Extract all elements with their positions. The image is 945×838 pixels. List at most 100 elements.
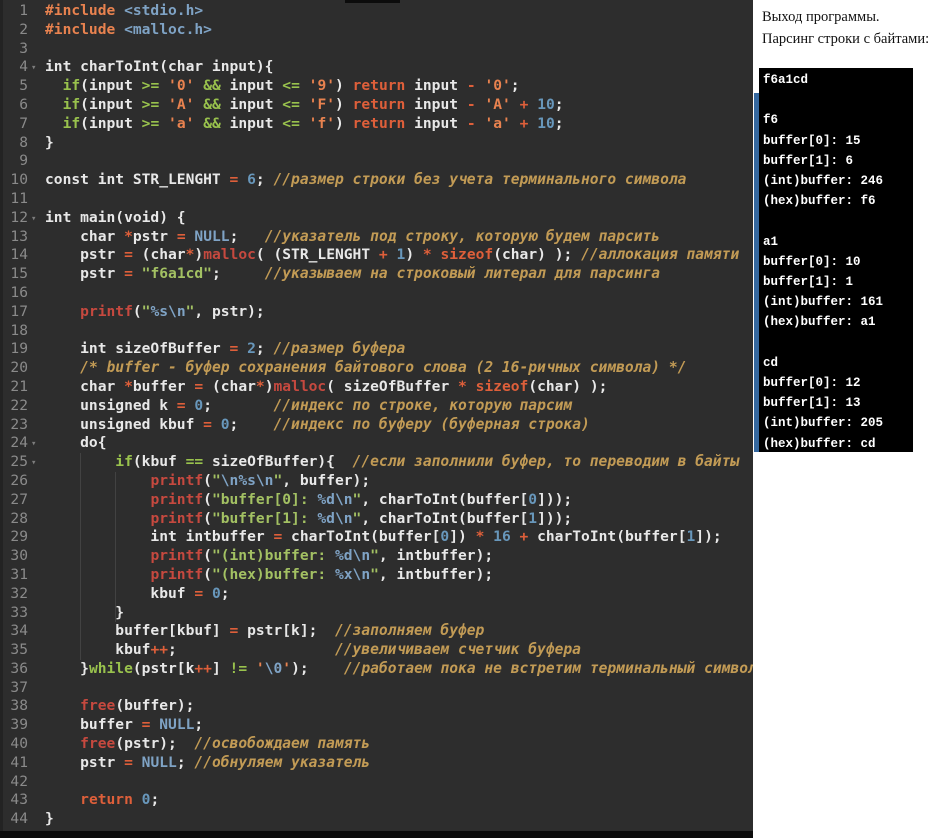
code-text: pstr = (char*)malloc( (STR_LENGHT + 1) *… [45, 246, 740, 264]
code-line[interactable]: 20 /* buffer - буфер сохранения байтовог… [0, 359, 753, 378]
line-number: 42 [10, 772, 28, 790]
code-line[interactable]: 27 printf("buffer[0]: %d\n", charToInt(b… [0, 491, 753, 510]
code-line[interactable]: 44} [0, 810, 753, 829]
code-line[interactable]: 5 if(input >= '0' && input <= '9') retur… [0, 77, 753, 96]
line-number: 27 [10, 490, 28, 508]
code-line[interactable]: 34 buffer[kbuf] = pstr[k]; //заполняем б… [0, 622, 753, 641]
code-text: kbuf++; //увеличиваем счетчик буфера [45, 641, 581, 659]
line-number: 29 [10, 528, 28, 546]
code-text: free(pstr); //освобождаем память [80, 735, 371, 753]
code-line[interactable]: 25 ▾ if(kbuf == sizeOfBuffer){ //если зап… [0, 453, 753, 472]
screenshot-root: 1 #include <stdio.h> 2 #include <malloc.h> 3… [0, 0, 945, 838]
output-panel-titles: Выход программы. Парсинг строки с байтам… [753, 0, 945, 50]
code-line[interactable]: 30 printf("(int)buffer: %d\n", intbuffer… [0, 547, 753, 566]
code-line[interactable]: 6 if(input >= 'A' && input <= 'F') retur… [0, 96, 753, 115]
code-line[interactable]: 33 } [0, 604, 753, 623]
code-line[interactable]: 28 printf("buffer[1]: %d\n", charToInt(b… [0, 510, 753, 529]
line-number: 25 [10, 453, 28, 471]
code-line[interactable]: 39 buffer = NULL; [0, 716, 753, 735]
line-number: 4 [19, 58, 28, 76]
code-line[interactable]: 11 [0, 190, 753, 209]
editor-lines: 1 #include <stdio.h> 2 #include <malloc.h> 3… [0, 2, 753, 829]
line-number: 43 [10, 791, 28, 809]
code-line[interactable]: 9 [0, 152, 753, 171]
fold-marker-icon[interactable]: ▾ [28, 435, 45, 454]
code-line[interactable]: 41 pstr = NULL; //обнуляем указатель [0, 754, 753, 773]
output-panel: Выход программы. Парсинг строки с байтам… [753, 0, 945, 838]
line-number: 33 [10, 603, 28, 621]
line-number: 21 [10, 377, 28, 395]
line-number: 41 [10, 753, 28, 771]
line-number: 34 [10, 622, 28, 640]
code-text: char *pstr = NULL; //указатель под строк… [45, 227, 661, 245]
line-number: 3 [19, 39, 28, 57]
code-line[interactable]: 15 pstr = "f6a1cd"; //указываем на строк… [0, 265, 753, 284]
code-line[interactable]: 23 unsigned kbuf = 0; //индекс по буферу… [0, 416, 753, 435]
code-line[interactable]: 4 ▾ int charToInt(char input){ [0, 58, 753, 77]
line-number: 36 [10, 659, 28, 677]
line-number: 18 [10, 321, 28, 339]
code-line[interactable]: 21 char *buffer = (char*)malloc( sizeOfB… [0, 378, 753, 397]
code-text: printf("buffer[1]: %d\n", charToInt(buff… [150, 509, 573, 527]
code-text: }while(pstr[k++] != '\0'); //работаем по… [45, 659, 753, 677]
line-number: 32 [10, 584, 28, 602]
code-text: const int STR_LENGHT = 6; //размер строк… [45, 171, 687, 189]
line-number: 19 [10, 340, 28, 358]
code-line[interactable]: 24 ▾ do{ [0, 434, 753, 453]
code-line[interactable]: 3 [0, 40, 753, 59]
fold-marker-icon[interactable]: ▾ [28, 454, 45, 473]
code-text: printf("buffer[0]: %d\n", charToInt(buff… [150, 490, 573, 508]
code-line[interactable]: 17 printf("%s\n", pstr); [0, 303, 753, 322]
code-text: return 0; [80, 791, 160, 809]
code-line[interactable]: 12 ▾ int main(void) { [0, 209, 753, 228]
code-line[interactable]: 7 if(input >= 'a' && input <= 'f') retur… [0, 115, 753, 134]
code-line[interactable]: 13 char *pstr = NULL; //указатель под ст… [0, 228, 753, 247]
code-line[interactable]: 16 [0, 284, 753, 303]
code-line[interactable]: 42 [0, 773, 753, 792]
window-edge-bottom [0, 831, 753, 838]
code-text: buffer[kbuf] = pstr[k]; //заполняем буфе… [45, 622, 485, 640]
line-number: 35 [10, 641, 28, 659]
code-text: char *buffer = (char*)malloc( sizeOfBuff… [45, 377, 608, 395]
line-number: 37 [10, 678, 28, 696]
code-editor[interactable]: 1 #include <stdio.h> 2 #include <malloc.h> 3… [0, 0, 753, 838]
code-line[interactable]: 29 int intbuffer = charToInt(buffer[0]) … [0, 528, 753, 547]
line-number: 39 [10, 716, 28, 734]
line-number: 8 [19, 133, 28, 151]
code-text: free(buffer); [80, 697, 195, 715]
code-line[interactable]: 2 #include <malloc.h> [0, 21, 753, 40]
code-line[interactable]: 14 pstr = (char*)malloc( (STR_LENGHT + 1… [0, 246, 753, 265]
code-text: if(input >= 'A' && input <= 'F') return … [62, 95, 564, 113]
line-number: 38 [10, 697, 28, 715]
line-number: 44 [10, 810, 28, 828]
code-line[interactable]: 10 const int STR_LENGHT = 6; //размер стр… [0, 171, 753, 190]
code-line[interactable]: 26 printf("\n%s\n", buffer); [0, 472, 753, 491]
code-line[interactable]: 19 int sizeOfBuffer = 2; //размер буфера [0, 340, 753, 359]
code-line[interactable]: 1 #include <stdio.h> [0, 2, 753, 21]
code-text: } [45, 133, 54, 151]
code-line[interactable]: 38 free(buffer); [0, 697, 753, 716]
line-number: 10 [10, 171, 28, 189]
line-number: 16 [10, 283, 28, 301]
line-number: 13 [10, 227, 28, 245]
line-number: 12 [10, 208, 28, 226]
code-line[interactable]: 36 }while(pstr[k++] != '\0'); //работаем… [0, 660, 753, 679]
code-text: #include <stdio.h> [45, 2, 204, 19]
code-line[interactable]: 37 [0, 679, 753, 698]
code-line[interactable]: 40 free(pstr); //освобождаем память [0, 735, 753, 754]
fold-marker-icon[interactable]: ▾ [28, 59, 45, 78]
code-line[interactable]: 8} [0, 134, 753, 153]
code-text: if(input >= '0' && input <= '9') return … [62, 77, 520, 95]
fold-marker-icon[interactable]: ▾ [28, 210, 45, 229]
code-line[interactable]: 22 unsigned k = 0; //индекс по строке, к… [0, 397, 753, 416]
code-line[interactable]: 35 kbuf++; //увеличиваем счетчик буфера [0, 641, 753, 660]
code-line[interactable]: 32 kbuf = 0; [0, 585, 753, 604]
code-text: printf("(int)buffer: %d\n", intbuffer); [150, 547, 494, 565]
code-line[interactable]: 43 return 0; [0, 791, 753, 810]
indent-guide [115, 472, 116, 622]
line-number: 30 [10, 547, 28, 565]
code-text: pstr = "f6a1cd"; //указываем на строковы… [45, 265, 661, 283]
code-line[interactable]: 18 [0, 322, 753, 341]
code-line[interactable]: 31 printf("(hex)buffer: %x\n", intbuffer… [0, 566, 753, 585]
code-text: printf("(hex)buffer: %x\n", intbuffer); [150, 565, 494, 583]
